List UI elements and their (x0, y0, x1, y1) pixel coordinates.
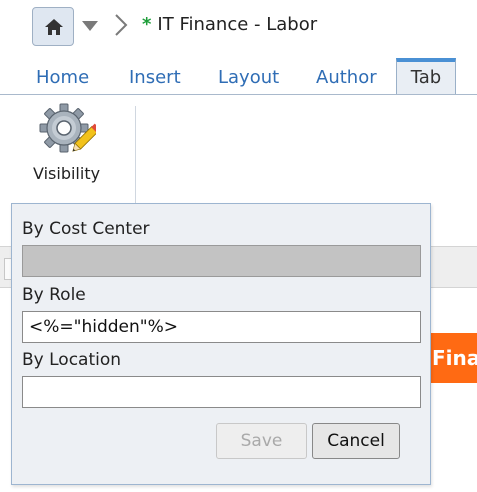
cost-center-field (22, 245, 421, 277)
role-field[interactable] (22, 311, 421, 343)
location-label: By Location (22, 350, 122, 370)
location-field[interactable] (22, 376, 421, 408)
breadcrumb-title: IT Finance - Labor (157, 14, 318, 35)
tab-layout[interactable]: Layout (218, 67, 279, 88)
tab-tab[interactable]: Tab (396, 58, 456, 94)
visibility-label: Visibility (33, 164, 101, 183)
cancel-button[interactable]: Cancel (312, 423, 400, 459)
chevron-right-icon (115, 14, 128, 36)
tab-home[interactable]: Home (36, 67, 89, 88)
tab-author[interactable]: Author (316, 67, 377, 88)
tab-insert[interactable]: Insert (129, 67, 181, 88)
modified-marker: * (142, 14, 152, 35)
ribbon-separator (135, 106, 136, 206)
visibility-panel: By Cost Center By Role By Location Save … (11, 203, 431, 485)
cost-center-label: By Cost Center (22, 219, 150, 239)
home-icon (45, 19, 63, 35)
save-button[interactable]: Save (216, 423, 307, 459)
role-label: By Role (22, 285, 86, 305)
gear-pencil-icon (39, 103, 96, 153)
orange-banner: Fina (428, 333, 477, 383)
chevron-down-icon[interactable] (81, 20, 99, 32)
home-button[interactable] (32, 7, 74, 46)
page-title: * IT Finance - Labor (142, 14, 317, 35)
